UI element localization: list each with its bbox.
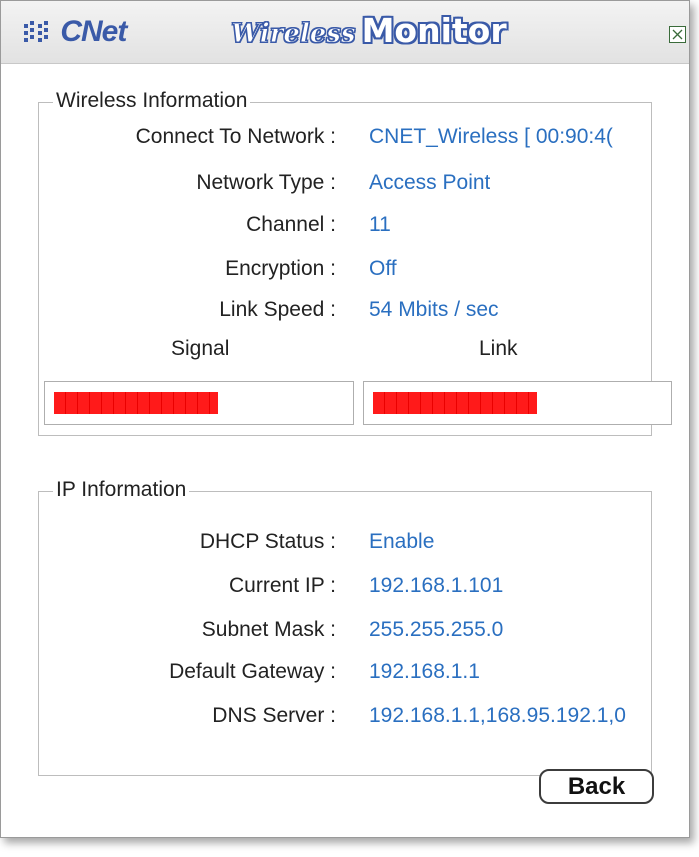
ip-row-dns: DNS Server : 192.168.1.1,168.95.192.1,0 [39,704,651,734]
channel-label: Channel : [246,213,336,236]
signal-meter-fill [54,392,218,414]
link-speed-value: 54 Mbits / sec [369,298,499,321]
wireless-row-encryption: Encryption : Off [39,257,651,287]
wireless-row-link-speed: Link Speed : 54 Mbits / sec [39,298,651,328]
connect-to-network-value: CNET_Wireless [ 00:90:4( [369,125,613,148]
channel-value: 11 [369,213,391,236]
encryption-label: Encryption : [225,257,336,280]
dns-server-label: DNS Server : [212,704,336,727]
dhcp-status-label: DHCP Status : [199,530,336,553]
network-type-label: Network Type : [196,171,336,194]
app-title-wireless: Wireless [231,19,357,50]
logo-text: CNet [60,15,127,48]
wireless-monitor-window: CNet Wireless Monitor Wireless Informatio… [0,0,690,838]
link-meter [363,381,672,425]
ip-row-current-ip: Current IP : 192.168.1.101 [39,574,651,604]
network-type-value: Access Point [369,171,491,194]
current-ip-value: 192.168.1.101 [369,574,504,597]
default-gateway-value: 192.168.1.1 [369,660,480,683]
dhcp-status-value: Enable [369,530,435,553]
wireless-row-network-type: Network Type : Access Point [39,171,651,201]
close-x-icon [672,29,683,40]
title-bar: CNet Wireless Monitor [1,1,689,64]
link-label: Link [479,337,518,360]
link-meter-fill [373,392,537,414]
app-title-monitor: Monitor [361,11,507,50]
current-ip-label: Current IP : [229,574,336,597]
wireless-information-legend: Wireless Information [53,89,251,113]
cnet-logo: CNet [23,15,127,49]
signal-label: Signal [171,337,230,360]
subnet-mask-value: 255.255.255.0 [369,618,504,641]
cnet-logo-icon [23,15,58,48]
ip-row-subnet: Subnet Mask : 255.255.255.0 [39,618,651,648]
encryption-value: Off [369,257,397,280]
subnet-mask-label: Subnet Mask : [201,618,336,641]
wireless-row-channel: Channel : 11 [39,213,651,243]
connect-to-network-label: Connect To Network : [135,125,336,148]
ip-row-gateway: Default Gateway : 192.168.1.1 [39,660,651,690]
wireless-row-network: Connect To Network : CNET_Wireless [ 00:… [39,125,651,155]
app-title: Wireless Monitor [231,11,507,53]
link-speed-label: Link Speed : [219,298,336,321]
close-button[interactable] [669,26,686,43]
signal-meter [44,381,354,425]
default-gateway-label: Default Gateway : [169,660,336,683]
ip-row-dhcp: DHCP Status : Enable [39,530,651,560]
ip-information-legend: IP Information [53,478,190,502]
ip-information-group: IP Information DHCP Status : Enable Curr… [38,478,652,776]
dns-server-value: 192.168.1.1,168.95.192.1,0 [369,704,626,727]
back-button[interactable]: Back [539,769,654,804]
